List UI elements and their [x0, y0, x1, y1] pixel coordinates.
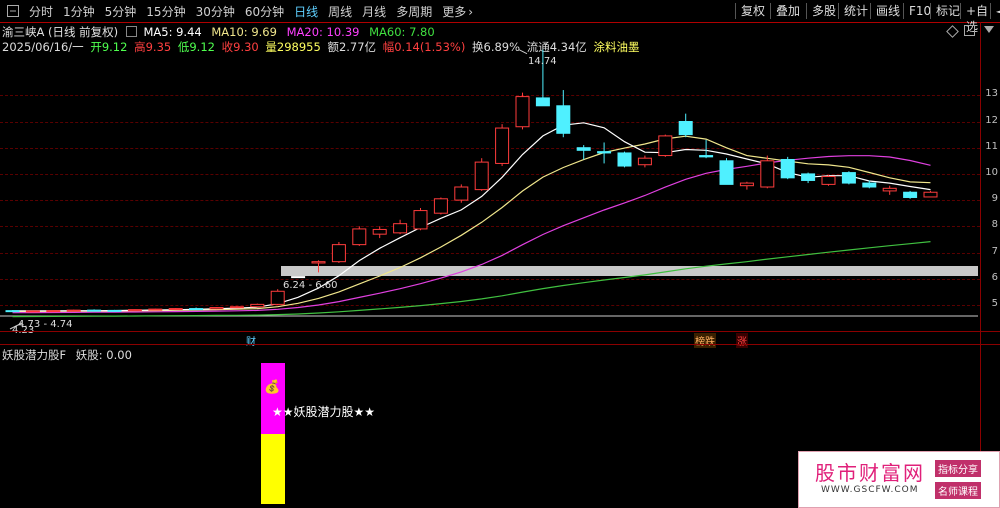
ranking-tag[interactable]: 榜跌 — [694, 333, 716, 348]
candle-body — [393, 223, 408, 234]
indicator-value: 妖股: 0.00 — [75, 348, 132, 362]
candle-body — [597, 151, 612, 154]
candle-body — [556, 105, 571, 134]
candle-body — [5, 310, 20, 313]
money-bag-icon: 💰 — [264, 380, 281, 395]
indicator-label: ★★妖股潜力股★★ — [272, 405, 376, 419]
candle-body — [87, 309, 102, 312]
candle-body — [719, 160, 734, 185]
y-tick-label: 8 — [991, 219, 998, 230]
candle-body — [923, 191, 938, 198]
high-marker-arrow — [518, 49, 528, 55]
candle-body — [862, 182, 877, 188]
y-tick-label: 9 — [991, 193, 998, 204]
up-tag[interactable]: 涨 — [736, 333, 748, 348]
candle-body — [46, 310, 61, 313]
candle-body — [372, 228, 387, 235]
indicator-header: 妖股潜力股F 妖股: 0.00 — [2, 347, 132, 363]
candle-body — [699, 155, 714, 158]
candle-body — [903, 191, 918, 198]
candle-body — [739, 182, 754, 187]
candle-body — [678, 121, 693, 136]
candle-body — [841, 172, 856, 184]
candle-body — [535, 97, 550, 107]
candle-body — [250, 303, 265, 308]
right-axis-line — [980, 22, 981, 508]
y-tick-label: 7 — [991, 246, 998, 257]
candle-body — [433, 198, 448, 214]
candle-body — [454, 186, 469, 201]
candle-body — [882, 187, 897, 192]
candle-body — [515, 96, 530, 128]
candle-body — [148, 308, 163, 311]
candle-body — [168, 308, 183, 311]
y-tick-label: 12 — [985, 115, 998, 126]
price-range-band — [281, 266, 978, 276]
main-bottom-line — [0, 331, 1000, 332]
y-tick-label: 6 — [991, 272, 998, 283]
candle-body — [801, 173, 816, 181]
watermark-url: WWW.GSCFW.COM — [821, 485, 919, 495]
candle-body — [413, 210, 428, 230]
candle-body — [25, 310, 40, 313]
candle-body — [637, 157, 652, 166]
candle-body — [352, 228, 367, 246]
panel-divider — [0, 344, 1000, 345]
y-tick-label: 13 — [985, 88, 998, 99]
financial-tag[interactable]: 财 — [246, 333, 256, 348]
high-price-label: 14.74 — [528, 56, 557, 67]
candle-body — [229, 306, 244, 309]
y-tick-label: 10 — [985, 167, 998, 178]
indicator-bar-yellow — [261, 434, 285, 504]
watermark-tag2: 名师课程 — [935, 482, 981, 499]
candlestick-chart[interactable] — [0, 0, 980, 345]
candle-body — [127, 309, 142, 312]
candle-body — [821, 176, 836, 185]
watermark-tag1: 指标分享 — [935, 460, 981, 477]
candle-body — [760, 160, 775, 188]
ma20-line — [12, 155, 931, 314]
watermark-logo: 股市财富网 WWW.GSCFW.COM 指标分享 名师课程 — [798, 451, 1000, 508]
range-label: 6.24 - 6.60 — [283, 280, 338, 291]
collapse-triangle-icon[interactable] — [984, 26, 994, 33]
candle-body — [617, 152, 632, 167]
toolbar-button-8[interactable]: ◄ — [990, 3, 1000, 19]
y-tick-label: 5 — [991, 298, 998, 309]
candle-body — [474, 161, 489, 191]
candle-body — [495, 127, 510, 164]
candle-body — [66, 309, 81, 312]
candle-body — [658, 135, 673, 157]
candle-body — [780, 158, 795, 179]
candle-body — [270, 290, 285, 305]
candle-body — [331, 244, 346, 263]
candle-body — [107, 309, 122, 312]
indicator-title[interactable]: 妖股潜力股F — [2, 348, 66, 362]
candle-body — [576, 147, 591, 151]
watermark-brand: 股市财富网 — [815, 461, 925, 485]
candle-body — [189, 308, 204, 311]
ma60-line — [12, 241, 931, 318]
candle-body — [209, 307, 224, 310]
y-tick-label: 11 — [985, 141, 998, 152]
candle-body — [291, 276, 306, 279]
candle-body — [311, 261, 326, 264]
indicator-bar-magenta — [261, 363, 285, 434]
ma5-line — [12, 122, 931, 312]
